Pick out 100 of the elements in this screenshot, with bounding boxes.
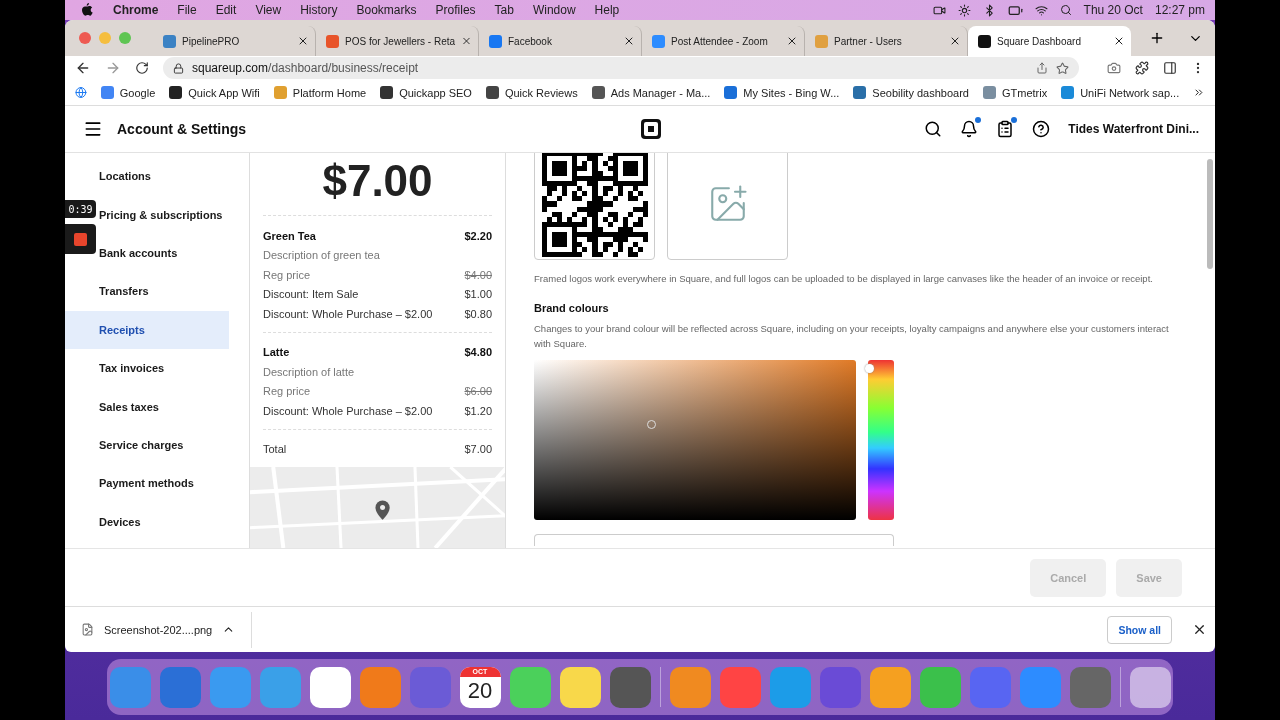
line-label: Discount: Whole Purchase – $2.00	[263, 404, 433, 417]
browser-tab[interactable]: Post Attendee - Zoom	[642, 26, 805, 56]
close-icon[interactable]	[1192, 622, 1207, 637]
bookmark-link[interactable]: My Sites - Bing W...	[724, 86, 840, 99]
bookmark-link[interactable]: GTmetrix	[982, 86, 1048, 99]
section-title: Brand colours	[534, 302, 610, 314]
upload-logo-tile[interactable]	[667, 153, 788, 260]
browser-tab[interactable]: Square Dashboard	[968, 26, 1131, 56]
item-name: Latte	[263, 346, 290, 359]
close-icon[interactable]	[949, 35, 961, 47]
menu-item[interactable]: Bookmarks	[356, 3, 417, 17]
menu-item[interactable]: History	[300, 3, 338, 17]
close-icon[interactable]	[786, 35, 798, 47]
bookmark-link[interactable]: Quick Reviews	[485, 86, 578, 99]
bookmark-link[interactable]: Ads Manager - Ma...	[591, 86, 711, 99]
sun-icon[interactable]	[957, 3, 971, 17]
apple-icon	[81, 3, 93, 17]
wifi-icon[interactable]	[1034, 3, 1048, 17]
total-amount: $7.00	[464, 443, 492, 456]
item-price: $4.80	[464, 346, 492, 359]
more-bookmarks-icon[interactable]	[1193, 86, 1205, 99]
line-amount: $6.00	[464, 385, 492, 398]
bookmark-link[interactable]: Quick App Wifi	[169, 86, 260, 99]
extensions-icon[interactable]	[1135, 61, 1149, 75]
close-icon[interactable]	[297, 35, 309, 47]
share-icon[interactable]	[1036, 62, 1048, 74]
bookmark-link[interactable]: UniFi Network sap...	[1061, 86, 1180, 99]
menu-item[interactable]: View	[255, 3, 282, 17]
menu-item[interactable]: Edit	[215, 3, 237, 17]
bookmark-link[interactable]: Seobility dashboard	[853, 86, 969, 99]
business-name[interactable]: Tides Waterfront Dini...	[1068, 122, 1199, 136]
menu-clock: Thu 20 Oct	[1083, 3, 1143, 17]
lock-icon	[173, 62, 184, 74]
menu-item[interactable]: Window	[532, 3, 576, 17]
line-label: Reg price	[263, 385, 311, 398]
address-bar[interactable]: squareup.com/dashboard/business/receipt	[163, 57, 1079, 79]
sidebar-item[interactable]: Tax invoices	[97, 348, 229, 388]
line-label: Reg price	[263, 268, 311, 281]
sidebar-item[interactable]: Pricing & subscriptions	[97, 195, 229, 234]
browser-tab[interactable]: POS for Jewellers - Reta	[316, 26, 479, 56]
sidebar-item[interactable]: Bank accounts	[97, 233, 229, 273]
browser-tab[interactable]: PipelinePRO	[153, 26, 316, 56]
item-name: Green Tea	[263, 229, 316, 242]
close-icon[interactable]	[1113, 35, 1125, 47]
line-label: Discount: Whole Purchase – $2.00	[263, 307, 433, 320]
file-icon	[81, 623, 94, 636]
menu-item[interactable]: Chrome	[113, 3, 159, 17]
help-icon[interactable]	[1032, 120, 1051, 138]
clipboard-icon[interactable]	[996, 120, 1015, 138]
sidebar-item[interactable]: Service charges	[97, 425, 229, 465]
back-icon[interactable]	[75, 60, 91, 76]
show-all-button[interactable]: Show all	[1107, 615, 1172, 644]
browser-tab[interactable]: Facebook	[479, 26, 642, 56]
reload-icon[interactable]	[135, 61, 149, 75]
total-label: Total	[263, 443, 287, 456]
search-icon[interactable]	[924, 120, 943, 138]
page-title: Account & Settings	[117, 121, 247, 137]
colour-field[interactable]	[534, 360, 856, 520]
menu-clock: 12:27 pm	[1154, 3, 1205, 17]
side-panel-icon[interactable]	[1163, 61, 1177, 75]
sidebar-item[interactable]: Devices	[97, 502, 229, 541]
menu-item[interactable]: Help	[594, 3, 620, 17]
line-label: Discount: Item Sale	[263, 288, 359, 301]
notifications-icon[interactable]	[960, 120, 979, 138]
file-name: Screenshot-202....png	[104, 623, 213, 636]
menu-item[interactable]: Tab	[494, 3, 514, 17]
menu-item[interactable]: Profiles	[435, 3, 476, 17]
url-text: squareup.com/dashboard/business/receipt	[192, 61, 419, 75]
line-amount: $0.80	[464, 307, 492, 320]
close-icon[interactable]	[623, 35, 635, 47]
sidebar-item[interactable]: Sales taxes	[97, 387, 229, 426]
download-item[interactable]: Screenshot-202....png	[81, 611, 253, 648]
menu-item[interactable]: File	[177, 3, 197, 17]
dock-app-icon[interactable]	[559, 666, 601, 708]
section-description: Changes to your brand colour will be reflected across Square, including on your receipts, loyalty campaigns and anywhere else your customers interact with Square.	[534, 322, 1170, 351]
close-window-button[interactable]	[79, 32, 91, 44]
hue-thumb[interactable]	[865, 364, 874, 373]
sidebar-item[interactable]: Locations	[97, 157, 229, 196]
new-tab-icon[interactable]	[1149, 30, 1165, 46]
hex-input-field[interactable]	[534, 534, 894, 546]
square-logo-icon	[640, 118, 663, 140]
line-amount: $1.20	[464, 404, 492, 417]
logo-caption: Framed logos work everywhere in Square, and full logos can be uploaded to be displayed in large canvases like the header of an invoice or receipt.	[534, 273, 1154, 284]
forward-icon[interactable]	[105, 60, 121, 76]
dock-app-icon[interactable]	[309, 666, 351, 708]
bookmark-link[interactable]: Google	[100, 86, 156, 99]
stop-recording-button[interactable]	[65, 224, 96, 254]
hue-slider[interactable]	[868, 360, 894, 520]
camera-icon[interactable]	[1107, 61, 1121, 75]
star-icon[interactable]	[1056, 61, 1069, 75]
sidebar-item[interactable]: Payment methods	[97, 464, 229, 503]
globe-icon[interactable]	[75, 86, 87, 99]
sidebar-item[interactable]: Receipts	[65, 310, 229, 349]
item-description: Description of green tea	[263, 249, 380, 262]
menu-icon[interactable]	[83, 119, 103, 139]
line-amount: $4.00	[464, 268, 492, 281]
sidebar-item[interactable]: Transfers	[97, 272, 229, 311]
bookmark-link[interactable]: Platform Home	[273, 86, 367, 99]
line-amount: $1.00	[464, 288, 492, 301]
bookmark-link[interactable]: Quickapp SEO	[380, 86, 472, 99]
